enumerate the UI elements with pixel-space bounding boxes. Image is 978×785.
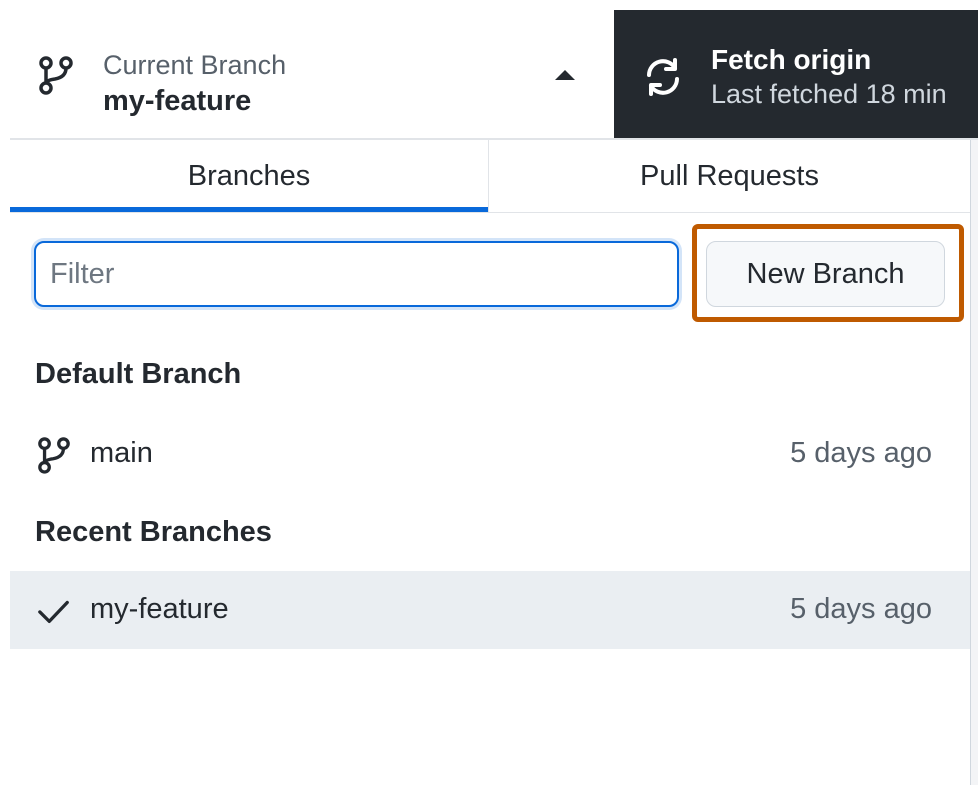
- branch-name: main: [90, 437, 153, 469]
- check-icon: [38, 600, 69, 624]
- branch-list-item-current[interactable]: my-feature 5 days ago: [10, 571, 970, 649]
- tab-branches[interactable]: Branches: [10, 140, 488, 213]
- tab-bar: Branches Pull Requests: [10, 140, 970, 213]
- git-branch-icon: [38, 437, 70, 474]
- new-branch-button[interactable]: New Branch: [706, 241, 945, 307]
- recent-branches-header: Recent Branches: [35, 516, 272, 548]
- default-branch-header: Default Branch: [35, 358, 242, 390]
- fetch-origin-button[interactable]: Fetch origin Last fetched 18 min: [614, 10, 978, 138]
- branch-list-item[interactable]: main 5 days ago: [10, 415, 970, 493]
- caret-up-icon: [555, 70, 575, 80]
- sync-icon: [647, 58, 679, 96]
- tab-pull-requests[interactable]: Pull Requests: [489, 140, 970, 213]
- current-branch-name: my-feature: [103, 85, 252, 117]
- current-branch-label: Current Branch: [103, 50, 287, 80]
- git-branch-icon: [39, 56, 73, 95]
- toolbar: Current Branch my-feature Fetch origin L…: [0, 0, 978, 140]
- branch-name: my-feature: [90, 593, 229, 625]
- filter-input[interactable]: [34, 241, 679, 307]
- background-window-edge: [970, 140, 978, 785]
- branch-dropdown-panel: Branches Pull Requests New Branch Defaul…: [10, 140, 970, 785]
- branch-timestamp: 5 days ago: [790, 593, 932, 625]
- last-fetched-text: Last fetched 18 min: [711, 79, 947, 109]
- current-branch-button[interactable]: Current Branch my-feature: [10, 10, 614, 138]
- fetch-origin-title: Fetch origin: [711, 44, 872, 75]
- selected-tab-indicator: [10, 207, 488, 212]
- branch-timestamp: 5 days ago: [790, 437, 932, 469]
